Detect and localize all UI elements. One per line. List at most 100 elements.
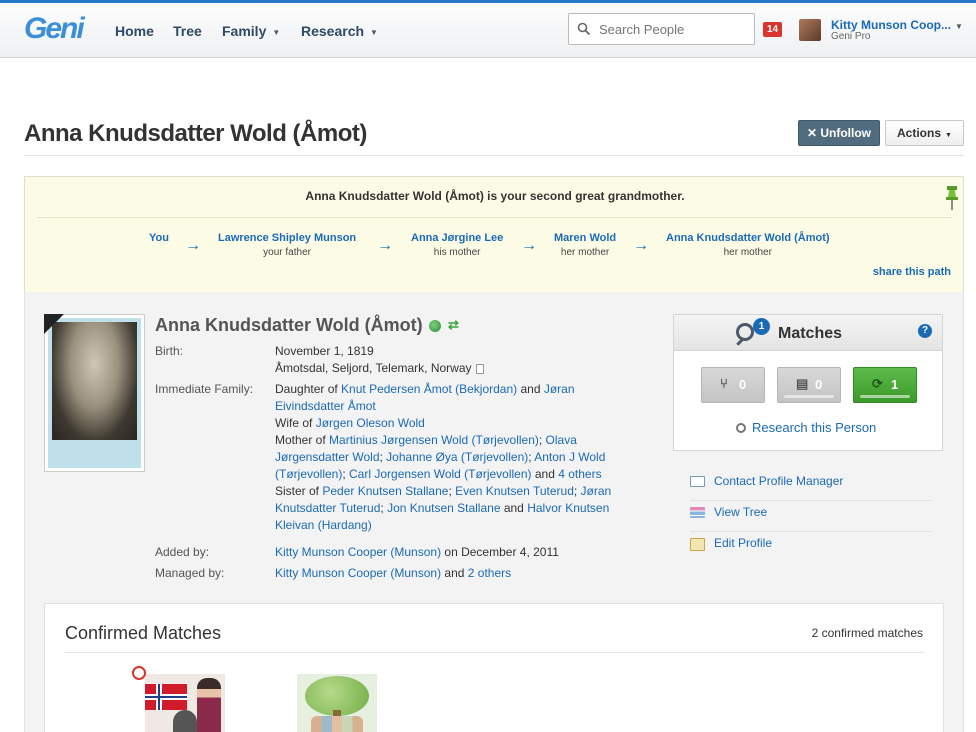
birth-place: Åmotsdal, Seljord, Telemark, Norway (275, 361, 472, 375)
path-relation: her mother (560, 247, 610, 258)
managed-by-value: Kitty Munson Cooper (Munson) and 2 other… (275, 565, 625, 582)
smart-matches-count: 1 (891, 377, 899, 392)
chevron-down-icon: ▼ (272, 27, 281, 37)
unfollow-button[interactable]: ✕ Unfollow (798, 120, 880, 146)
record-matches-button[interactable]: ▤ 0 (777, 367, 841, 403)
actions-button[interactable]: Actions ▼ (885, 120, 964, 146)
user-avatar[interactable] (799, 19, 821, 41)
path-person-name[interactable]: Anna Jørgine Lee (411, 232, 503, 244)
user-menu[interactable]: Kitty Munson Coop... ▼ (831, 18, 963, 32)
sibling-link[interactable]: Peder Knutsen Stallane (322, 484, 448, 498)
sibling-link[interactable]: Jon Knutsen Stallane (387, 501, 500, 515)
arrow-right-icon: → (521, 237, 537, 254)
contact-manager-link[interactable]: Contact Profile Manager (690, 470, 932, 501)
path-person[interactable]: Anna Knudsdatter Wold (Åmot) her mother (666, 232, 830, 258)
norway-flag-icon (145, 684, 187, 710)
more-children-link[interactable]: 4 others (558, 467, 601, 481)
father-link[interactable]: Knut Pedersen Åmot (Bekjordan) (341, 382, 517, 396)
child-link[interactable]: Carl Jorgensen Wold (Tørjevollen) (349, 467, 532, 481)
family-label: Immediate Family: (155, 382, 254, 396)
relationship-path-box: Anna Knudsdatter Wold (Åmot) is your sec… (24, 176, 964, 293)
added-on: on December 4, 2011 (441, 545, 559, 559)
close-icon: ✕ (806, 126, 821, 140)
nav-family-label: Family (222, 23, 267, 39)
added-by-label: Added by: (155, 545, 210, 559)
profile-name: Anna Knudsdatter Wold (Åmot) (155, 315, 423, 335)
siblings-line: Sister of Peder Knutsen Stallane; Even K… (275, 484, 612, 532)
progress-bar (784, 395, 834, 398)
profile-photo[interactable] (44, 314, 145, 472)
sync-match-icon: ⟳ (872, 376, 883, 391)
added-by-link[interactable]: Kitty Munson Cooper (Munson) (275, 545, 441, 559)
confirmed-matches-title: Confirmed Matches (65, 623, 222, 643)
pin-icon[interactable] (945, 185, 959, 211)
nav-tree[interactable]: Tree (173, 23, 202, 39)
and-text: and (531, 467, 559, 481)
confirmed-matches-count: 2 confirmed matches (811, 626, 923, 640)
smart-matches-button[interactable]: ⟳ 1 (853, 367, 917, 403)
path-person[interactable]: Anna Jørgine Lee his mother (411, 232, 503, 258)
arrow-right-icon: → (633, 237, 649, 254)
top-navbar: Geni Home Tree Family ▼ Research ▼ 14 Kitt… (0, 0, 976, 58)
help-icon[interactable]: ? (918, 324, 932, 338)
matches-title: Matches (778, 325, 843, 342)
path-person-name[interactable]: You (149, 232, 169, 244)
path-relation: his mother (433, 247, 481, 258)
photo-image (48, 318, 141, 468)
husband-link[interactable]: Jørgen Oleson Wold (316, 416, 425, 430)
nav-research-label: Research (301, 23, 365, 39)
nav-home[interactable]: Home (115, 23, 154, 39)
search-icon (132, 666, 146, 680)
search-box[interactable] (568, 13, 755, 45)
more-managers-link[interactable]: 2 others (468, 566, 511, 580)
path-person[interactable]: Lawrence Shipley Munson your father (218, 232, 356, 258)
photo-portrait (52, 322, 137, 440)
edit-profile-link[interactable]: Edit Profile (690, 532, 932, 563)
daughter-of-prefix: Daughter of (275, 382, 342, 396)
share-path-link[interactable]: share this path (873, 266, 951, 278)
child-link[interactable]: Martinius Jørgensen Wold (Tørjevollen) (329, 433, 539, 447)
spouse-line: Wife of Jørgen Oleson Wold (275, 415, 627, 432)
tree-matches-count: 0 (739, 377, 747, 392)
divider (37, 217, 952, 218)
path-person-name[interactable]: Anna Knudsdatter Wold (Åmot) (666, 232, 830, 244)
geni-logo[interactable]: Geni (24, 12, 85, 46)
user-plan: Geni Pro (831, 31, 871, 42)
path-person-you[interactable]: You (149, 232, 169, 244)
nav-family[interactable]: Family ▼ (222, 23, 280, 39)
path-person[interactable]: Maren Wold her mother (554, 232, 616, 258)
birth-value: November 1, 1819 Åmotsdal, Seljord, Tele… (275, 343, 625, 377)
tree-matches-button[interactable]: ⑂ 0 (701, 367, 765, 403)
notification-badge[interactable]: 14 (763, 22, 782, 37)
magnifier-icon (736, 323, 754, 341)
pram-image (173, 710, 197, 732)
globe-icon[interactable] (429, 320, 441, 332)
sync-icon[interactable]: ⇄ (448, 317, 459, 333)
tree-icon (690, 507, 705, 518)
children-line: Mother of Martinius Jørgensen Wold (Tørj… (275, 433, 606, 481)
arrow-right-icon: → (185, 237, 201, 254)
and-text: and (500, 501, 528, 515)
sibling-link[interactable]: Even Knutsen Tuterud (455, 484, 574, 498)
source-icon[interactable] (475, 363, 484, 374)
manager-link[interactable]: Kitty Munson Cooper (Munson) (275, 566, 441, 580)
research-person-link[interactable]: Research this Person (736, 420, 876, 435)
nav-research[interactable]: Research ▼ (301, 23, 378, 39)
match-thumbnail[interactable] (297, 674, 377, 732)
match-thumbnail[interactable] (145, 674, 225, 732)
path-person-name[interactable]: Lawrence Shipley Munson (218, 232, 356, 244)
child-link[interactable]: Johanne Øya (Tørjevollen) (386, 450, 528, 464)
record-match-icon: ▤ (796, 376, 809, 391)
tree-match-icon: ⑂ (720, 376, 728, 391)
view-tree-link[interactable]: View Tree (690, 501, 932, 532)
wife-of-prefix: Wife of (275, 416, 316, 430)
search-icon (577, 22, 591, 36)
edit-profile-label: Edit Profile (714, 536, 773, 550)
search-input[interactable] (599, 20, 749, 38)
managed-by-label: Managed by: (155, 566, 225, 580)
chevron-down-icon: ▼ (945, 132, 952, 139)
and-text: and (517, 382, 544, 396)
relationship-statement: Anna Knudsdatter Wold (Åmot) is your sec… (305, 189, 685, 203)
path-person-name[interactable]: Maren Wold (554, 232, 616, 244)
research-label: Research this Person (752, 420, 877, 435)
